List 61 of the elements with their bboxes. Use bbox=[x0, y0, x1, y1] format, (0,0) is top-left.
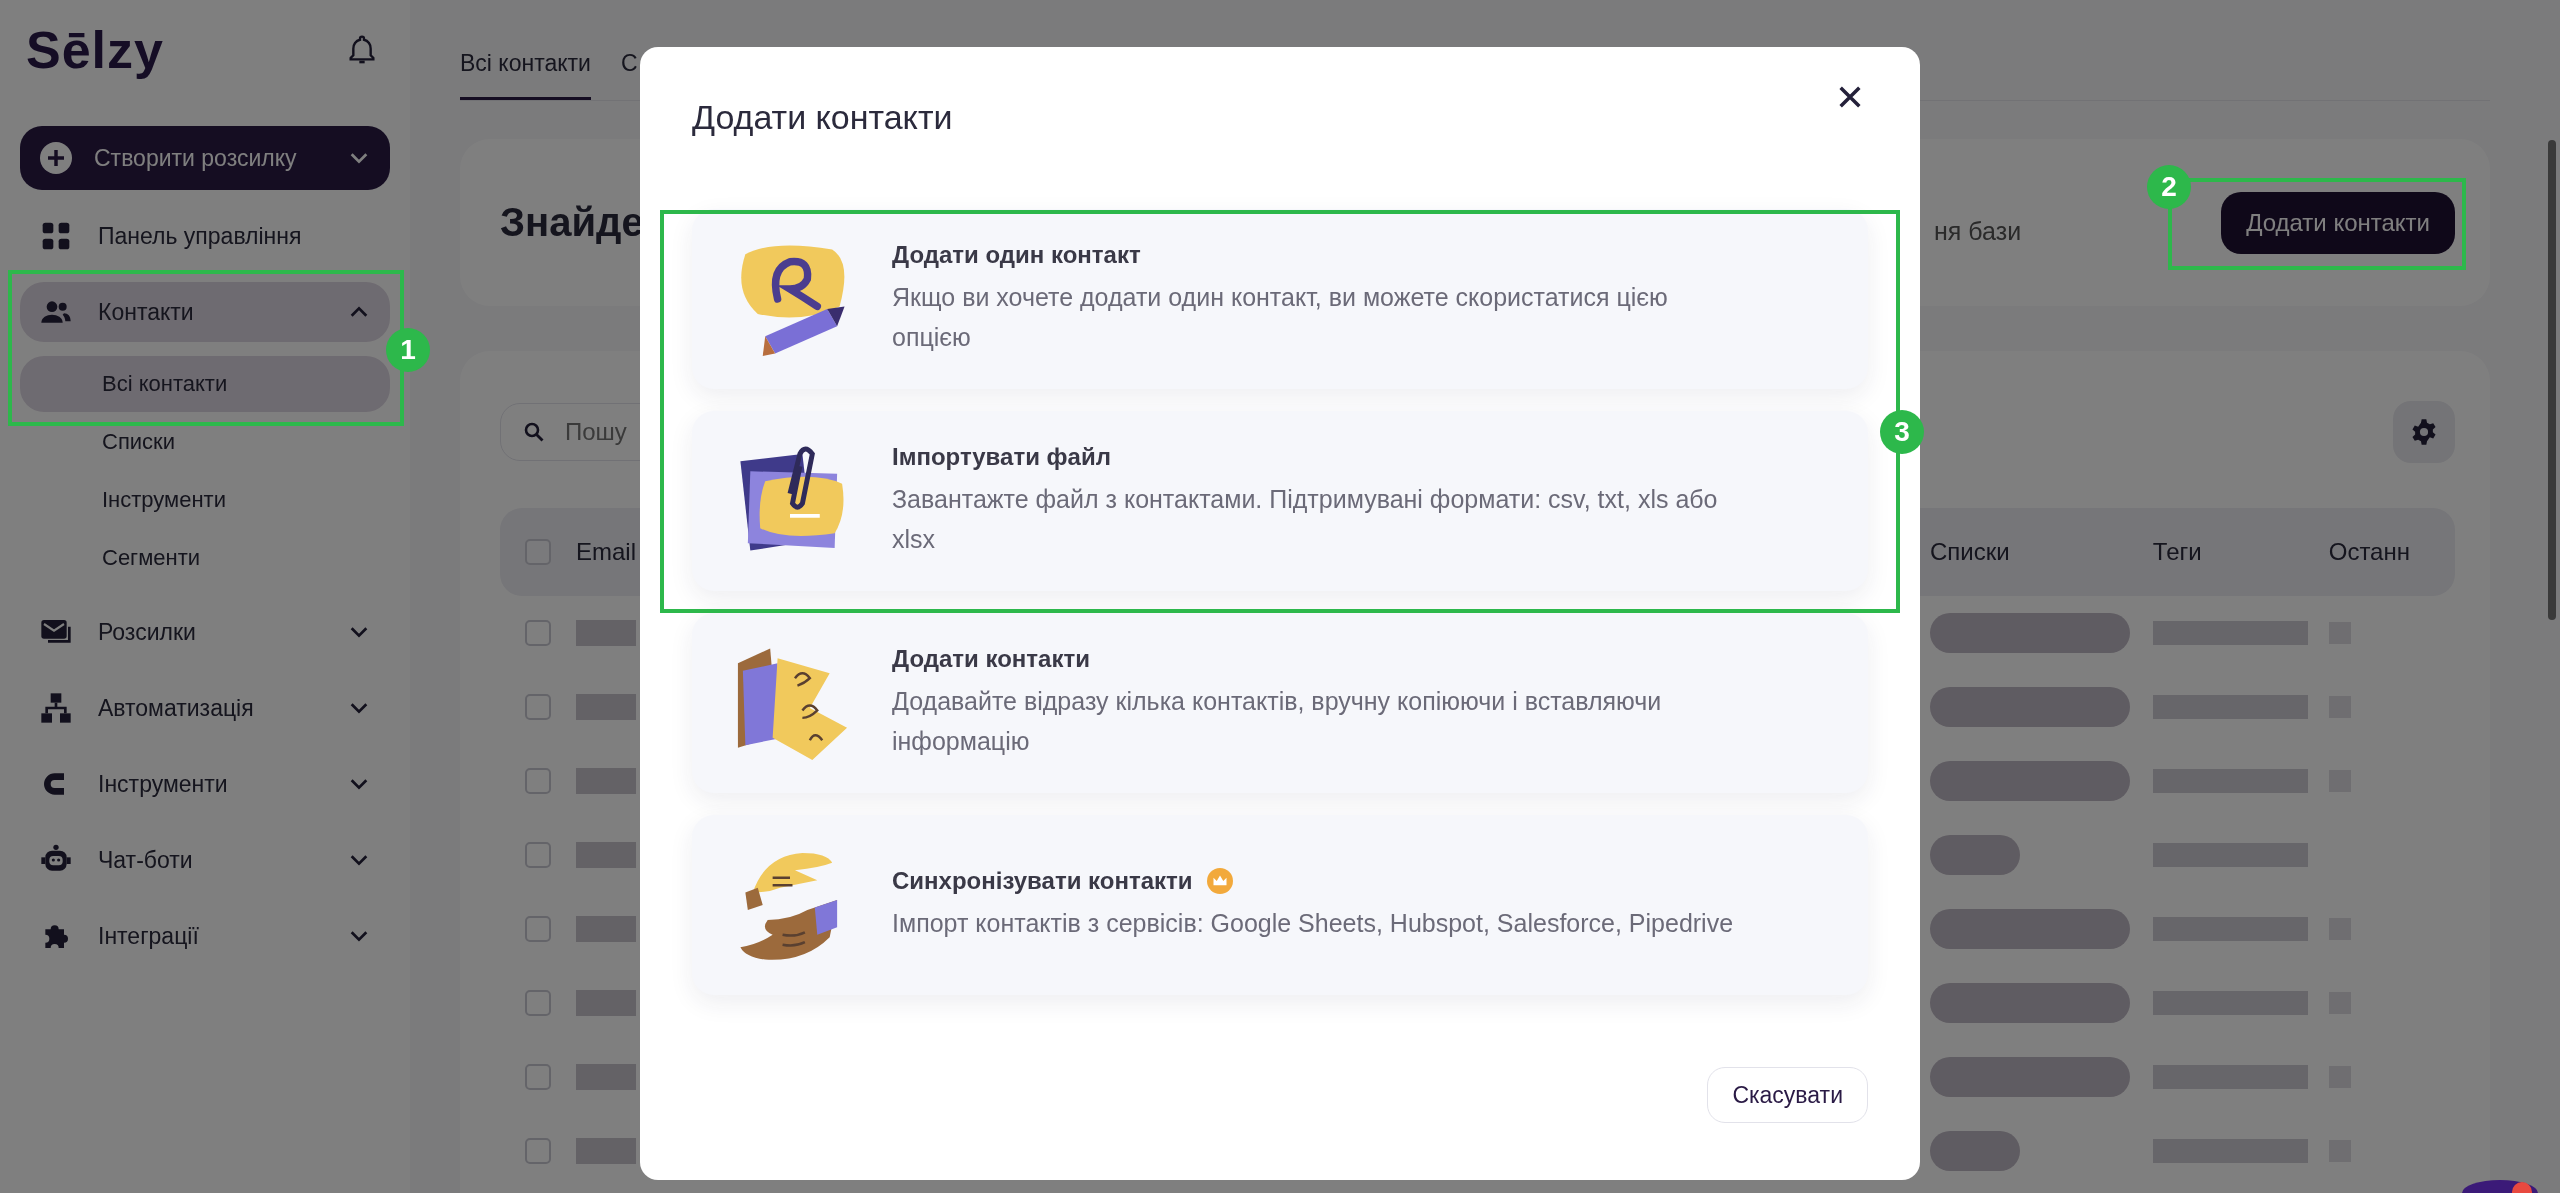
option-description: Завантажте файл з контактами. Підтримувані формати: csv, txt, xls або xlsx bbox=[892, 484, 1719, 555]
option-description: Додавайте відразу кілька контактів, вручну копіюючи і вставляючи інформацію bbox=[892, 686, 1663, 757]
blurred-text bbox=[576, 1064, 636, 1090]
create-campaign-button[interactable]: Створити розсилку bbox=[20, 126, 390, 190]
bell-icon[interactable] bbox=[346, 34, 378, 66]
tab[interactable]: Всі контакти bbox=[460, 50, 591, 100]
option-title: Додати контакти bbox=[892, 645, 1090, 673]
nav-item[interactable]: Контакти bbox=[20, 282, 390, 342]
blurred-text bbox=[576, 916, 636, 942]
blurred-text bbox=[576, 990, 636, 1016]
nav-subitem[interactable]: Списки bbox=[20, 414, 390, 470]
blurred-text bbox=[576, 842, 636, 868]
page-title: Знайде bbox=[500, 200, 644, 245]
option-card[interactable]: Імпортувати файл Завантажте файл з контактами. Підтримувані формати: csv, txt, xls або xlsx bbox=[692, 411, 1868, 591]
column-header: Email bbox=[576, 538, 636, 566]
search-icon bbox=[522, 420, 546, 444]
nav-subitem[interactable]: Всі контакти bbox=[20, 356, 390, 412]
tab[interactable]: С bbox=[620, 50, 638, 100]
blurred-text bbox=[576, 694, 636, 720]
column-header: Останн bbox=[2328, 538, 2410, 566]
checkbox[interactable] bbox=[525, 990, 551, 1016]
nav-item[interactable]: Інструменти bbox=[20, 754, 390, 814]
scrollbar[interactable] bbox=[2548, 140, 2556, 620]
column-header: Теги bbox=[2152, 538, 2202, 566]
checkbox[interactable] bbox=[525, 1064, 551, 1090]
nav-item[interactable]: Розсилки bbox=[20, 602, 390, 662]
nav-item[interactable]: Панель управління bbox=[20, 206, 390, 266]
nav-item[interactable]: Інтеграції bbox=[20, 906, 390, 966]
plus-circle-icon bbox=[40, 142, 72, 174]
grid-icon bbox=[40, 220, 72, 252]
cancel-button[interactable]: Скасувати bbox=[1707, 1067, 1868, 1123]
option-description: Імпорт контактів з сервісів: Google Sheets, Hubspot, Salesforce, Pipedrive bbox=[892, 908, 1734, 939]
logo[interactable]: Sēlzy bbox=[26, 20, 164, 80]
checkbox[interactable] bbox=[525, 1138, 551, 1164]
header-note: ня бази bbox=[1933, 217, 2023, 246]
dialog-title: Додати контакти bbox=[692, 97, 953, 137]
annotation-badge: 1 bbox=[386, 328, 430, 372]
option-description: Якщо ви хочете додати один контакт, ви можете скористатися цією опцією bbox=[892, 282, 1669, 353]
hierarchy-icon bbox=[40, 692, 72, 724]
settings-icon bbox=[2410, 418, 2438, 446]
option-card[interactable]: Синхронізувати контакти Імпорт контактів з сервісів: Google Sheets, Hubspot, Salesforce, Pipedrive bbox=[692, 815, 1868, 995]
checkbox[interactable] bbox=[525, 916, 551, 942]
blurred-text bbox=[576, 620, 636, 646]
option-title: Синхронізувати контакти bbox=[892, 867, 1193, 895]
nav-item[interactable]: Автоматизація bbox=[20, 678, 390, 738]
nav-subitem[interactable]: Інструменти bbox=[20, 472, 390, 528]
blurred-text bbox=[576, 768, 636, 794]
nav-item[interactable]: Чат-боти bbox=[20, 830, 390, 890]
add-contacts-button[interactable]: Додати контакти bbox=[2221, 191, 2455, 254]
blurred-text bbox=[576, 1138, 636, 1164]
nav-subitem[interactable]: Сегменти bbox=[20, 530, 390, 586]
checkbox[interactable] bbox=[525, 842, 551, 868]
option-title: Імпортувати файл bbox=[892, 443, 1111, 471]
option-title: Додати один контакт bbox=[892, 241, 1141, 269]
checkbox[interactable] bbox=[525, 768, 551, 794]
checkbox[interactable] bbox=[525, 620, 551, 646]
option-card[interactable]: Додати один контакт Якщо ви хочете додати один контакт, ви можете скористатися цією опцією bbox=[692, 209, 1868, 389]
settings-button[interactable] bbox=[2393, 401, 2455, 463]
column-header: Списки bbox=[1930, 538, 2010, 566]
checkbox[interactable] bbox=[525, 694, 551, 720]
option-card[interactable]: Додати контакти Додавайте відразу кілька контактів, вручну копіюючи і вставляючи інформацію bbox=[692, 613, 1868, 793]
